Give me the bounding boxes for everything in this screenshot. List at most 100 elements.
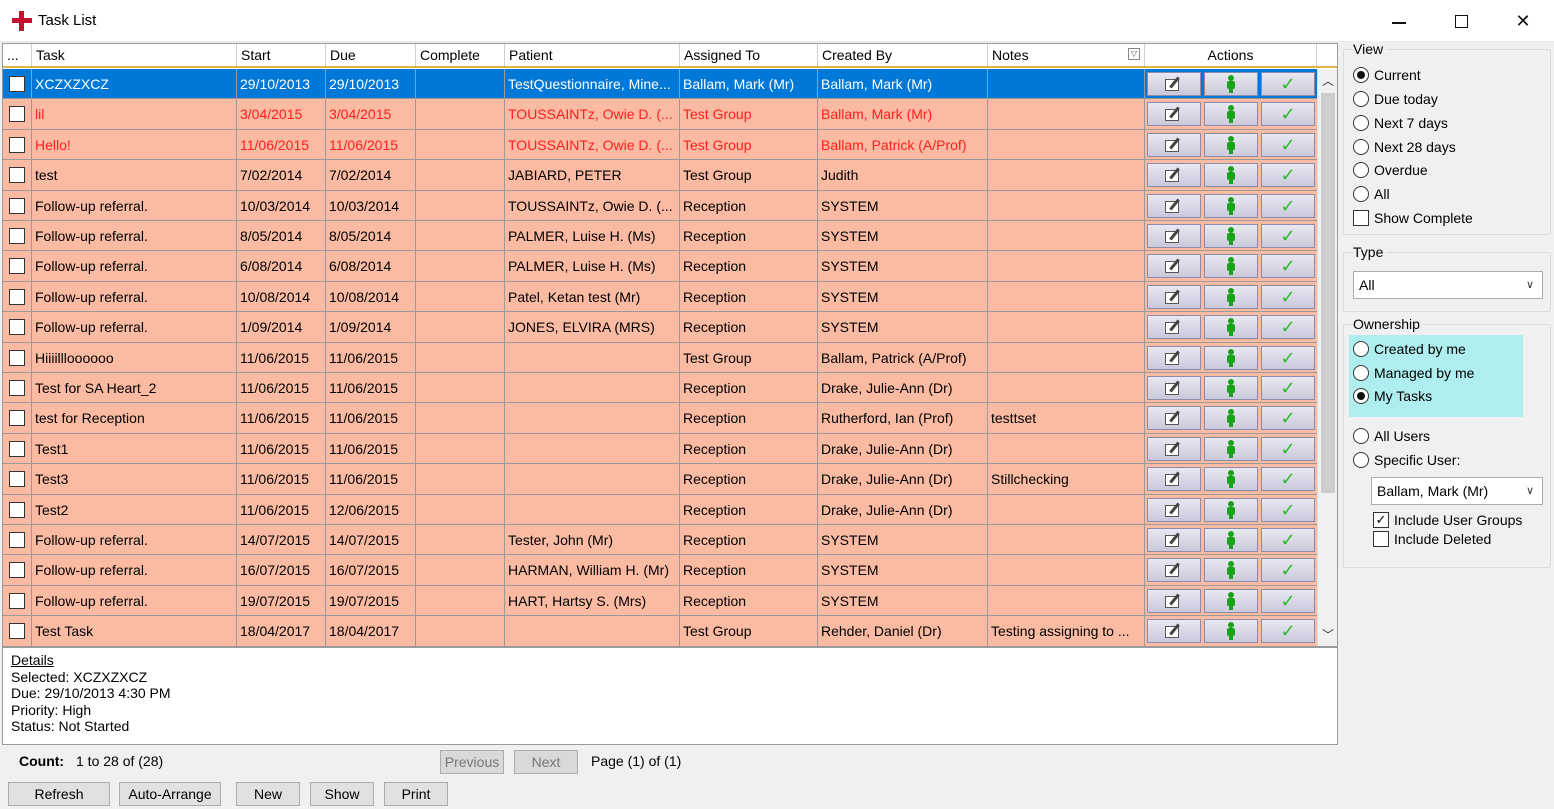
cell-patient[interactable] bbox=[505, 464, 680, 495]
cell-task[interactable]: test for Reception bbox=[32, 403, 237, 434]
complete-button[interactable]: ✓ bbox=[1261, 345, 1315, 370]
table-row[interactable]: Test3 11/06/2015 11/06/2015 Reception Drake,… bbox=[3, 464, 1317, 495]
cell-assigned[interactable]: Reception bbox=[680, 525, 818, 555]
row-checkbox[interactable] bbox=[9, 380, 25, 396]
cell-patient[interactable]: TOUSSAINTz, Owie D. (... bbox=[505, 129, 680, 160]
header-select[interactable]: ... bbox=[3, 44, 32, 66]
cell-due[interactable]: 8/05/2014 bbox=[326, 221, 416, 251]
row-checkbox[interactable] bbox=[9, 288, 25, 305]
cell-created[interactable]: Ballam, Mark (Mr) bbox=[818, 69, 988, 99]
cell-task[interactable]: test bbox=[32, 160, 237, 191]
table-row[interactable]: XCZXZXCZ 29/10/2013 29/10/2013 TestQuestion… bbox=[3, 69, 1317, 100]
cell-assigned[interactable]: Test Group bbox=[680, 160, 818, 191]
edit-button[interactable] bbox=[1147, 102, 1201, 127]
cell-start[interactable]: 10/08/2014 bbox=[237, 281, 326, 312]
cell-assigned[interactable]: Reception bbox=[680, 403, 818, 434]
cell-due[interactable]: 19/07/2015 bbox=[326, 585, 416, 616]
cell-patient[interactable]: JONES, ELVIRA (MRS) bbox=[505, 312, 680, 343]
cell-assigned[interactable]: Reception bbox=[680, 585, 818, 616]
row-checkbox[interactable] bbox=[9, 471, 25, 488]
header-notes[interactable]: Notes ▽ bbox=[988, 44, 1145, 66]
cell-start[interactable]: 11/06/2015 bbox=[237, 464, 326, 495]
table-row[interactable]: Follow-up referral. 10/03/2014 10/03/2014 T… bbox=[3, 190, 1317, 221]
complete-button[interactable]: ✓ bbox=[1261, 224, 1315, 248]
cell-start[interactable]: 11/06/2015 bbox=[237, 342, 326, 373]
cell-notes[interactable]: testtset bbox=[988, 403, 1145, 434]
cell-assigned[interactable]: Test Group bbox=[680, 342, 818, 373]
complete-button[interactable]: ✓ bbox=[1261, 102, 1315, 127]
assign-button[interactable] bbox=[1204, 315, 1258, 340]
header-created-by[interactable]: Created By bbox=[818, 44, 988, 66]
cell-task[interactable]: Test for SA Heart_2 bbox=[32, 373, 237, 403]
cell-task[interactable]: Follow-up referral. bbox=[32, 585, 237, 616]
assign-button[interactable] bbox=[1204, 284, 1258, 309]
cell-start[interactable]: 3/04/2015 bbox=[237, 99, 326, 130]
row-checkbox[interactable] bbox=[9, 592, 25, 609]
maximize-button[interactable] bbox=[1430, 0, 1492, 42]
view-option-next-7-days[interactable]: Next 7 days bbox=[1353, 112, 1448, 134]
type-select[interactable]: All ∨ bbox=[1353, 271, 1543, 299]
table-row[interactable]: Test1 11/06/2015 11/06/2015 Reception Drake,… bbox=[3, 433, 1317, 465]
filter-icon[interactable]: ▽ bbox=[1128, 48, 1140, 60]
cell-start[interactable]: 11/06/2015 bbox=[237, 129, 326, 160]
cell-notes[interactable] bbox=[988, 342, 1145, 373]
cell-complete[interactable] bbox=[416, 585, 505, 616]
cell-complete[interactable] bbox=[416, 190, 505, 221]
cell-created[interactable]: Rehder, Daniel (Dr) bbox=[818, 616, 988, 646]
edit-button[interactable] bbox=[1147, 193, 1201, 218]
view-option-next-28-days[interactable]: Next 28 days bbox=[1353, 136, 1456, 158]
cell-due[interactable]: 10/03/2014 bbox=[326, 190, 416, 221]
cell-notes[interactable] bbox=[988, 99, 1145, 130]
ownership-all-users[interactable]: All Users bbox=[1353, 425, 1430, 447]
row-checkbox[interactable] bbox=[9, 167, 25, 184]
cell-due[interactable]: 11/06/2015 bbox=[326, 129, 416, 160]
cell-patient[interactable] bbox=[505, 342, 680, 373]
cell-assigned[interactable]: Reception bbox=[680, 281, 818, 312]
cell-created[interactable]: Ballam, Patrick (A/Prof) bbox=[818, 342, 988, 373]
complete-button[interactable]: ✓ bbox=[1261, 376, 1315, 400]
cell-assigned[interactable]: Reception bbox=[680, 312, 818, 343]
row-checkbox[interactable] bbox=[9, 319, 25, 336]
cell-created[interactable]: SYSTEM bbox=[818, 190, 988, 221]
cell-notes[interactable] bbox=[988, 433, 1145, 464]
complete-button[interactable]: ✓ bbox=[1261, 497, 1315, 522]
cell-assigned[interactable]: Test Group bbox=[680, 99, 818, 130]
table-row[interactable]: Follow-up referral. 6/08/2014 6/08/2014 PAL… bbox=[3, 251, 1317, 282]
row-checkbox[interactable] bbox=[9, 501, 25, 518]
cell-complete[interactable] bbox=[416, 616, 505, 646]
complete-button[interactable]: ✓ bbox=[1261, 436, 1315, 461]
cell-complete[interactable] bbox=[416, 221, 505, 251]
cell-notes[interactable] bbox=[988, 190, 1145, 221]
header-complete[interactable]: Complete bbox=[416, 44, 505, 66]
complete-button[interactable]: ✓ bbox=[1261, 315, 1315, 340]
cell-task[interactable]: Test1 bbox=[32, 433, 237, 464]
assign-button[interactable] bbox=[1204, 132, 1258, 157]
cell-patient[interactable]: JABIARD, PETER bbox=[505, 160, 680, 191]
cell-start[interactable]: 1/09/2014 bbox=[237, 312, 326, 343]
cell-due[interactable]: 3/04/2015 bbox=[326, 99, 416, 130]
cell-due[interactable]: 16/07/2015 bbox=[326, 555, 416, 586]
cell-notes[interactable] bbox=[988, 525, 1145, 555]
row-checkbox[interactable] bbox=[9, 136, 25, 153]
cell-assigned[interactable]: Reception bbox=[680, 555, 818, 586]
assign-button[interactable] bbox=[1204, 588, 1258, 613]
cell-patient[interactable]: PALMER, Luise H. (Ms) bbox=[505, 221, 680, 251]
cell-task[interactable]: Follow-up referral. bbox=[32, 525, 237, 555]
cell-complete[interactable] bbox=[416, 342, 505, 373]
cell-notes[interactable] bbox=[988, 312, 1145, 343]
header-task[interactable]: Task bbox=[32, 44, 237, 66]
cell-due[interactable]: 1/09/2014 bbox=[326, 312, 416, 343]
cell-patient[interactable]: Tester, John (Mr) bbox=[505, 525, 680, 555]
cell-start[interactable]: 11/06/2015 bbox=[237, 403, 326, 434]
cell-complete[interactable] bbox=[416, 373, 505, 403]
cell-patient[interactable] bbox=[505, 433, 680, 464]
previous-button[interactable]: Previous bbox=[440, 750, 504, 774]
ownership-managed-by-me[interactable]: Managed by me bbox=[1353, 362, 1474, 384]
cell-task[interactable]: Test3 bbox=[32, 464, 237, 495]
cell-created[interactable]: SYSTEM bbox=[818, 221, 988, 251]
cell-complete[interactable] bbox=[416, 494, 505, 525]
assign-button[interactable] bbox=[1204, 102, 1258, 127]
edit-button[interactable] bbox=[1147, 406, 1201, 431]
edit-button[interactable] bbox=[1147, 284, 1201, 309]
cell-due[interactable]: 12/06/2015 bbox=[326, 494, 416, 525]
